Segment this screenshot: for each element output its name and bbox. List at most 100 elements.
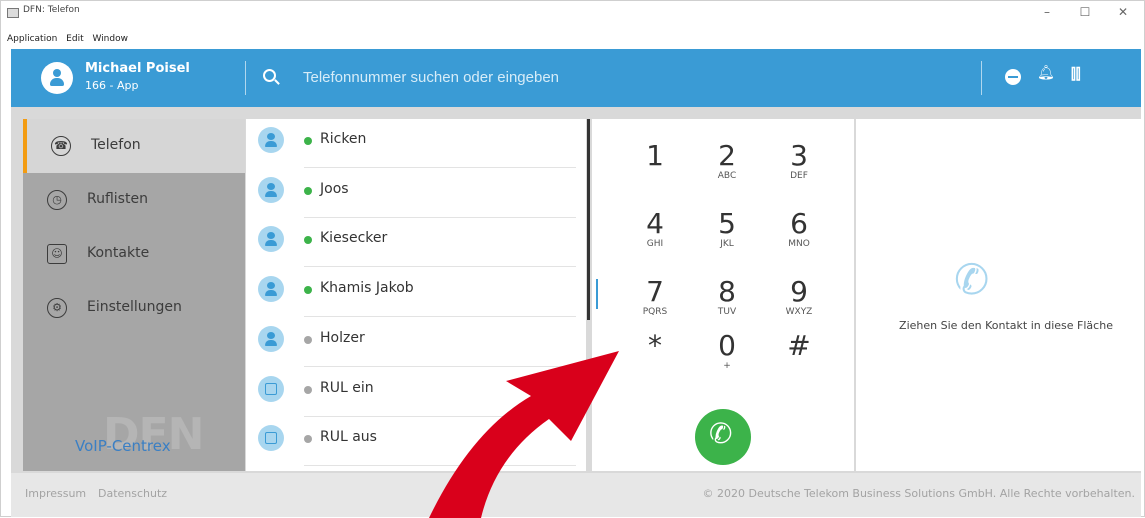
gear-icon: ⚙︎ <box>47 298 67 318</box>
search-input[interactable] <box>303 65 903 89</box>
sidebar-item-label: Kontakte <box>87 245 150 261</box>
settings-sliders-icon[interactable]: ⫿⫿ <box>1071 65 1081 83</box>
dialpad-key[interactable]: 4 GHI <box>630 209 680 265</box>
sidebar-item-kontakte[interactable]: ☺︎ Kontakte <box>23 227 245 281</box>
header-divider <box>981 61 982 95</box>
do-not-disturb-icon[interactable] <box>1005 69 1021 85</box>
title-bar: DFN: Telefon – ☐ ✕ <box>1 1 1145 31</box>
contact-name: Khamis Jakob <box>320 280 414 297</box>
key-digit: 2 <box>718 139 736 172</box>
app-icon <box>7 8 19 18</box>
key-digit: 7 <box>646 275 664 308</box>
sidebar-item-label: Einstellungen <box>87 299 182 315</box>
key-letters: GHI <box>646 239 664 249</box>
dialpad: ✆ 1 2 ABC 3 DEF 4 GHI 5 JKL 6 MNO 7 PQRS 8 TUV 9 WXYZ * 0 +… <box>592 119 854 471</box>
presence-status-dot <box>304 435 312 444</box>
sidebar-item-einstellungen[interactable]: ⚙︎ Einstellungen <box>23 281 245 335</box>
sidebar: ☎︎ Telefon ◷ Ruflisten ☺︎ Kontakte ⚙︎ Ei… <box>23 119 245 471</box>
impressum-link[interactable]: Impressum <box>25 487 86 500</box>
menu-bar: Application Edit Window <box>7 34 134 44</box>
menu-edit[interactable]: Edit <box>66 34 83 44</box>
minimize-button[interactable]: – <box>1037 5 1057 19</box>
contact-list: Ricken Joos Kiesecker Khamis Jakob Holzer RUL… <box>246 119 586 471</box>
window-title: DFN: Telefon <box>23 5 80 15</box>
contact-drop-zone[interactable]: ✆ Ziehen Sie den Kontakt in diese Fläche <box>856 119 1141 471</box>
key-digit: 9 <box>790 275 808 308</box>
bell-icon[interactable]: 🔔︎ <box>1037 65 1055 81</box>
user-name: Michael Poisel <box>85 61 190 76</box>
presence-status-dot <box>304 286 312 295</box>
contact-avatar-icon <box>258 226 284 253</box>
app-window: DFN: Telefon – ☐ ✕ Application Edit Wind… <box>0 0 1145 518</box>
contact-item[interactable]: Holzer <box>246 318 586 367</box>
drop-zone-hint: Ziehen Sie den Kontakt in diese Fläche <box>899 319 1113 332</box>
dialpad-key[interactable]: 1 <box>630 141 680 197</box>
dialpad-key[interactable]: 3 DEF <box>774 141 824 197</box>
contact-avatar-icon <box>258 176 284 203</box>
dialpad-key[interactable]: 8 TUV <box>702 277 752 333</box>
phone-icon: ✆ <box>709 417 733 450</box>
close-button[interactable]: ✕ <box>1113 5 1133 19</box>
contact-item[interactable]: Ricken <box>246 119 586 168</box>
presence-status-dot <box>304 236 312 245</box>
contact-item[interactable]: Khamis Jakob <box>246 268 586 318</box>
sidebar-item-ruflisten[interactable]: ◷ Ruflisten <box>23 173 245 227</box>
key-letters: MNO <box>788 239 810 249</box>
presence-status-dot <box>304 335 312 344</box>
menu-application[interactable]: Application <box>7 34 57 44</box>
contact-avatar-icon <box>258 127 284 153</box>
dialpad-key[interactable]: # <box>774 331 824 387</box>
dialpad-key[interactable]: 9 WXYZ <box>774 277 824 333</box>
datenschutz-link[interactable]: Datenschutz <box>98 487 167 500</box>
contact-item[interactable]: RUL aus <box>246 417 586 467</box>
dialpad-key[interactable]: * <box>630 331 680 387</box>
header-divider <box>245 61 246 95</box>
sidebar-item-label: Telefon <box>91 137 141 153</box>
key-letters: DEF <box>790 171 808 181</box>
maximize-button[interactable]: ☐ <box>1075 5 1095 19</box>
presence-status-dot <box>304 385 312 394</box>
dialpad-cursor-indicator <box>596 279 598 309</box>
key-digit: 3 <box>790 139 808 172</box>
presence-status-dot <box>304 186 312 195</box>
call-button[interactable]: ✆ <box>695 409 751 465</box>
contact-name: Ricken <box>320 131 367 147</box>
contact-list-scrollbar[interactable] <box>587 119 590 320</box>
function-key-icon <box>258 375 284 402</box>
function-key-icon <box>258 425 284 452</box>
contact-item[interactable]: RUL ein <box>246 368 586 417</box>
contact-name: RUL aus <box>320 429 377 446</box>
user-avatar[interactable] <box>41 62 73 94</box>
header-bar: Michael Poisel 166 - App 🔔︎ ⫿⫿ <box>11 49 1141 107</box>
contact-avatar-icon <box>258 325 284 352</box>
key-digit: * <box>648 329 662 362</box>
footer: Impressum Datenschutz © 2020 Deutsche Te… <box>11 473 1141 517</box>
key-digit: # <box>787 329 811 362</box>
dialpad-key[interactable]: 0 + <box>702 331 752 387</box>
dialpad-key[interactable]: 2 ABC <box>702 141 752 197</box>
contact-item[interactable]: Kiesecker <box>246 218 586 268</box>
contact-name: Holzer <box>320 329 365 346</box>
dialpad-key[interactable]: 7 PQRS <box>630 277 680 333</box>
contact-name: Kiesecker <box>320 230 388 247</box>
key-digit: 0 <box>718 329 736 362</box>
sidebar-item-telefon[interactable]: ☎︎ Telefon <box>23 119 245 173</box>
dialpad-key[interactable]: 5 JKL <box>702 209 752 265</box>
search-icon[interactable] <box>263 69 276 82</box>
key-letters: ABC <box>717 171 737 181</box>
contact-item[interactable]: Joos <box>246 169 586 218</box>
menu-window[interactable]: Window <box>92 34 128 44</box>
dialpad-key[interactable]: 6 MNO <box>774 209 824 265</box>
contact-avatar-icon <box>258 276 284 303</box>
contact-name: Joos <box>320 180 349 197</box>
key-digit: 6 <box>790 207 808 240</box>
key-letters: + <box>723 361 731 371</box>
main-content: ☎︎ Telefon ◷ Ruflisten ☺︎ Kontakte ⚙︎ Ei… <box>11 107 1141 473</box>
key-digit: 8 <box>718 275 736 308</box>
key-digit: 4 <box>646 207 664 240</box>
clock-icon: ◷ <box>47 190 67 210</box>
row-divider <box>304 465 576 467</box>
contact-name: RUL ein <box>320 379 374 396</box>
user-extension: 166 - App <box>85 79 139 92</box>
key-letters: TUV <box>717 307 737 317</box>
